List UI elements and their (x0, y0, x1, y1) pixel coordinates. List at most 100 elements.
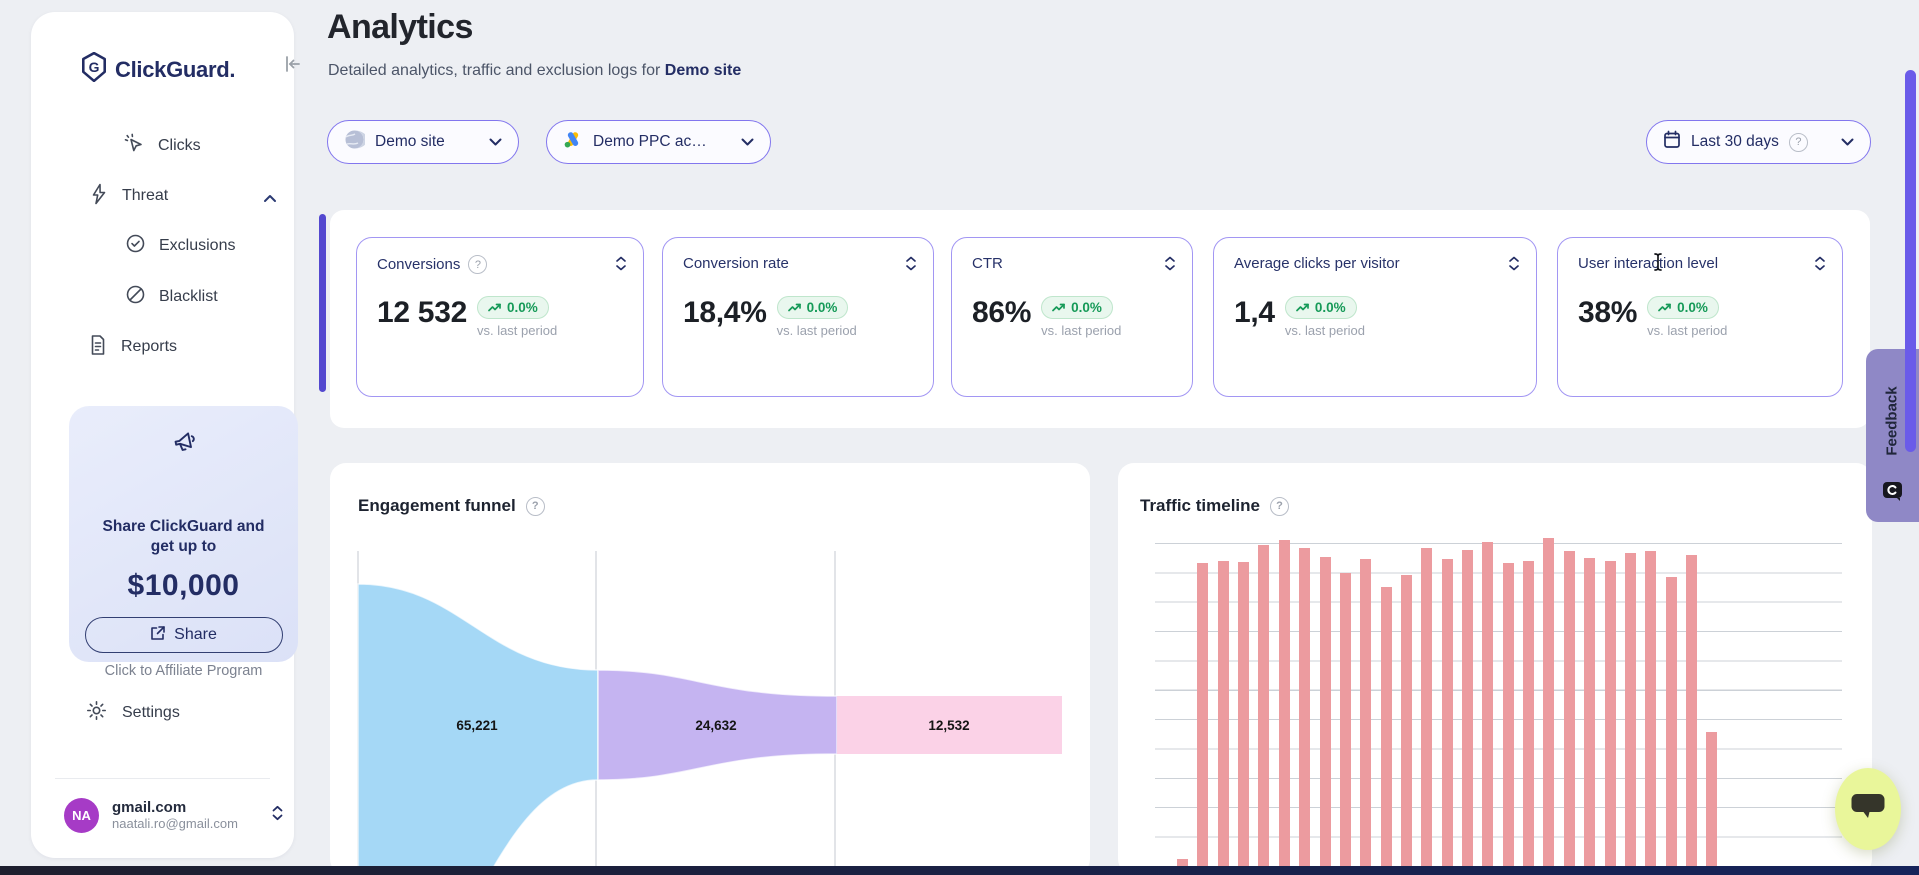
sort-updown-icon[interactable] (615, 256, 627, 276)
timeline-bar (1218, 561, 1229, 866)
sidebar-item-reports[interactable]: Reports (88, 332, 177, 362)
funnel-label: 24,632 (695, 718, 736, 733)
feedback-label: Feedback (1884, 386, 1901, 455)
traffic-timeline-card (1118, 463, 1872, 875)
timeline-bar (1543, 538, 1554, 866)
kpi-delta-badge: 0.0% (1041, 296, 1113, 319)
chat-bubble-icon (1850, 791, 1886, 828)
sort-updown-icon[interactable] (1814, 256, 1826, 276)
help-icon[interactable]: ? (468, 255, 487, 274)
page-scrollbar-thumb[interactable] (1905, 70, 1916, 452)
sort-updown-icon[interactable] (905, 256, 917, 276)
sidebar-item-label: Reports (121, 338, 177, 356)
kpi-label: Conversions (377, 256, 460, 273)
click-cursor-icon (124, 133, 145, 159)
trend-up-icon (488, 303, 502, 313)
chevron-down-icon (1841, 133, 1854, 151)
kpi-caption: vs. last period (1647, 323, 1727, 338)
ppc-account-selector[interactable]: Demo PPC ac… (546, 120, 771, 164)
timeline-bar (1666, 577, 1677, 866)
sidebar-item-settings[interactable]: Settings (86, 700, 180, 726)
kpi-label: User interaction level (1578, 255, 1718, 272)
feedback-chat-icon (1882, 481, 1903, 506)
bottom-edge-bar (0, 866, 1919, 875)
kpi-value: 18,4% (683, 296, 767, 330)
brand-name: ClickGuard. (115, 57, 235, 83)
promo-amount: $10,000 (69, 569, 298, 603)
kpi-value: 38% (1578, 296, 1637, 330)
timeline-bar (1299, 548, 1310, 866)
kpi-label: CTR (972, 255, 1003, 272)
page-title: Analytics (327, 8, 473, 47)
kpi-delta-badge: 0.0% (777, 296, 849, 319)
timeline-bar (1421, 548, 1432, 866)
sidebar-item-label: Blacklist (159, 288, 218, 306)
timeline-bar (1706, 732, 1717, 866)
kpi-caption: vs. last period (1285, 323, 1365, 338)
help-icon[interactable]: ? (526, 497, 545, 516)
document-icon (88, 334, 108, 361)
kpi-caption: vs. last period (1041, 323, 1121, 338)
timeline-bar (1340, 573, 1351, 866)
timeline-bar (1360, 559, 1371, 866)
sidebar: G ClickGuard. Clicks Threat Exclu (31, 12, 294, 858)
globe-icon (344, 129, 365, 155)
sidebar-item-clicks[interactable]: Clicks (124, 131, 201, 161)
trend-up-icon (788, 303, 802, 313)
sidebar-item-exclusions[interactable]: Exclusions (125, 231, 235, 261)
svg-text:G: G (89, 59, 100, 75)
date-range-selector[interactable]: Last 30 days ? (1646, 120, 1871, 164)
external-link-icon (150, 625, 166, 646)
account-switcher[interactable]: NA gmail.com naatali.ro@gmail.com (64, 798, 284, 833)
collapse-sidebar-icon[interactable] (283, 54, 303, 74)
subtitle-site-name: Demo site (665, 62, 741, 79)
sidebar-item-label: Settings (122, 704, 180, 722)
sidebar-item-threat[interactable]: Threat (89, 181, 168, 211)
ban-icon (125, 284, 146, 310)
ppc-account-value: Demo PPC ac… (593, 133, 707, 151)
site-selector[interactable]: Demo site (327, 120, 519, 164)
kpi-caption: vs. last period (477, 323, 557, 338)
sidebar-item-label: Exclusions (159, 237, 235, 255)
gear-icon (86, 700, 107, 726)
timeline-bar (1625, 553, 1636, 866)
clickguard-shield-icon: G (81, 52, 107, 87)
google-ads-icon (563, 130, 583, 154)
affiliate-program-link[interactable]: Click to Affiliate Program (69, 663, 298, 679)
kpi-card-avg-clicks: Average clicks per visitor 1,4 0.0% vs. … (1213, 237, 1537, 397)
timeline-bar (1442, 559, 1453, 866)
account-email: naatali.ro@gmail.com (112, 816, 271, 832)
kpi-card-conversion-rate: Conversion rate 18,4% 0.0% vs. last peri… (662, 237, 934, 397)
kpi-label: Conversion rate (683, 255, 789, 272)
timeline-bar (1523, 561, 1534, 866)
page-subtitle: Detailed analytics, traffic and exclusio… (328, 62, 741, 80)
sidebar-scrollbar-thumb[interactable] (319, 214, 326, 392)
brand-logo[interactable]: G ClickGuard. (81, 52, 235, 87)
chevron-down-icon (489, 133, 502, 151)
sort-updown-icon[interactable] (1164, 256, 1176, 276)
sort-updown-icon[interactable] (1508, 256, 1520, 276)
engagement-funnel-chart: 65,221 24,632 12,532 (352, 548, 1075, 866)
sidebar-item-label: Clicks (158, 137, 201, 155)
kpi-value: 86% (972, 296, 1031, 330)
timeline-bar (1686, 555, 1697, 866)
chevron-up-icon[interactable] (263, 190, 277, 208)
promo-heading-line1: Share ClickGuard and (69, 517, 298, 537)
text-cursor (1652, 252, 1664, 277)
megaphone-icon (69, 406, 298, 463)
divider (55, 778, 270, 779)
funnel-label: 12,532 (928, 718, 969, 733)
sidebar-item-label: Threat (122, 187, 168, 205)
site-selector-value: Demo site (375, 133, 445, 151)
share-button-label: Share (174, 626, 217, 644)
timeline-title: Traffic timeline (1140, 496, 1260, 516)
share-button[interactable]: Share (85, 617, 283, 653)
kpi-value: 12 532 (377, 296, 467, 330)
timeline-bar (1258, 545, 1269, 866)
sidebar-item-blacklist[interactable]: Blacklist (125, 282, 218, 312)
help-icon[interactable]: ? (1789, 133, 1808, 152)
kpi-delta-badge: 0.0% (1285, 296, 1357, 319)
timeline-bar (1584, 558, 1595, 866)
chat-launcher-button[interactable] (1835, 768, 1901, 850)
help-icon[interactable]: ? (1270, 497, 1289, 516)
